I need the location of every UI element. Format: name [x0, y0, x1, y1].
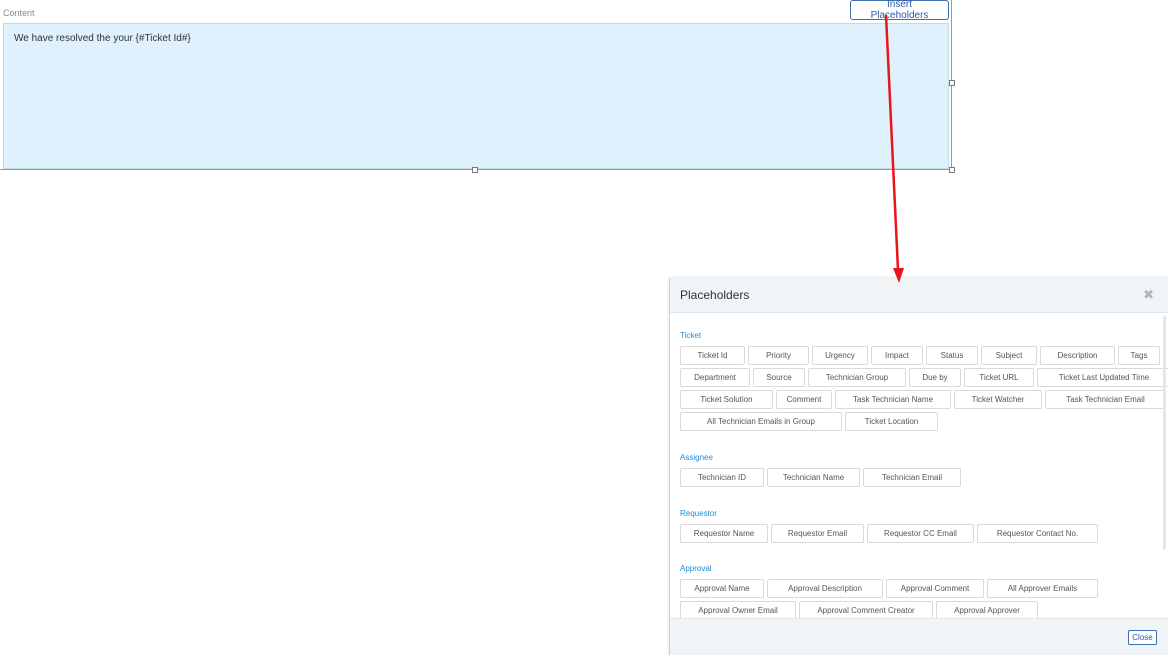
annotation-arrow: [884, 14, 904, 283]
